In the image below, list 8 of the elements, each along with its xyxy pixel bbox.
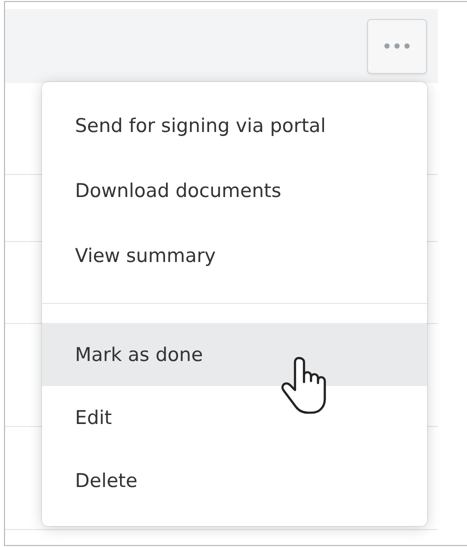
menu-item[interactable]: Download documents: [42, 158, 427, 223]
menu-item[interactable]: Delete: [42, 449, 427, 512]
more-icon: [384, 43, 410, 49]
more-button[interactable]: [367, 18, 427, 74]
menu-item[interactable]: Send for signing via portal: [42, 93, 427, 158]
menu-item[interactable]: Mark as done: [42, 323, 427, 386]
menu-item[interactable]: Edit: [42, 386, 427, 449]
menu-item[interactable]: View summary: [42, 223, 427, 288]
